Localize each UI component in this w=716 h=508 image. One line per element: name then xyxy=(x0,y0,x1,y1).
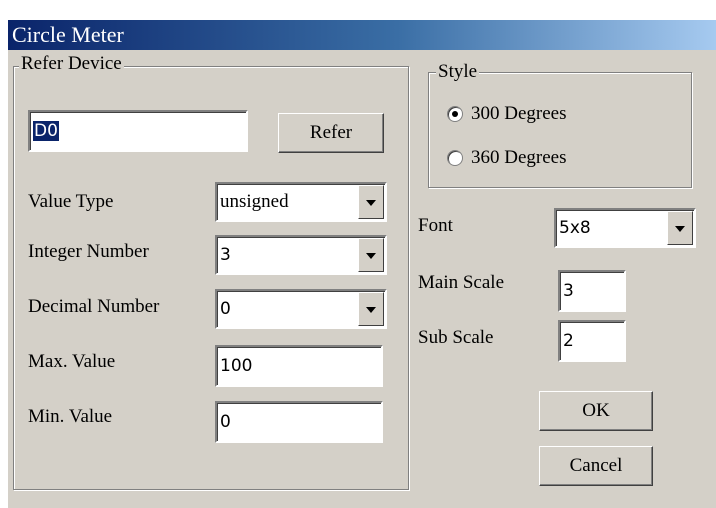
refer-button[interactable]: Refer xyxy=(278,113,384,153)
font-value: 5x8 xyxy=(559,218,591,238)
sub-scale-input[interactable]: 2 xyxy=(558,320,626,362)
radio-300-degrees[interactable] xyxy=(447,106,463,122)
min-value-label: Min. Value xyxy=(28,406,113,427)
circle-meter-dialog: Circle Meter Refer Device D0 Refer Value… xyxy=(8,20,716,508)
integer-number-value: 3 xyxy=(220,245,231,265)
value-type-label: Value Type xyxy=(28,191,114,212)
main-scale-input[interactable]: 3 xyxy=(558,270,626,312)
radio-360-degrees[interactable] xyxy=(447,150,463,166)
chevron-down-icon[interactable] xyxy=(358,292,384,326)
min-value-input[interactable]: 0 xyxy=(215,401,383,443)
ok-button[interactable]: OK xyxy=(539,391,653,431)
font-select[interactable]: 5x8 xyxy=(554,208,696,248)
cancel-button[interactable]: Cancel xyxy=(539,446,653,486)
value-type-select[interactable]: unsigned xyxy=(215,182,387,222)
max-value-input[interactable]: 100 xyxy=(215,345,383,387)
sub-scale-label: Sub Scale xyxy=(418,327,494,348)
window-title: Circle Meter xyxy=(12,22,124,47)
device-input-value: D0 xyxy=(33,121,59,141)
decimal-number-select[interactable]: 0 xyxy=(215,289,387,329)
font-label: Font xyxy=(418,215,453,236)
integer-number-select[interactable]: 3 xyxy=(215,235,387,275)
chevron-down-icon[interactable] xyxy=(358,238,384,272)
max-value-label: Max. Value xyxy=(28,351,116,372)
main-scale-label: Main Scale xyxy=(418,272,505,293)
device-input[interactable]: D0 xyxy=(28,110,248,152)
chevron-down-icon[interactable] xyxy=(358,185,384,219)
decimal-number-label: Decimal Number xyxy=(28,296,160,317)
max-value-text: 100 xyxy=(220,356,253,376)
radio-360-degrees-label[interactable]: 360 Degrees xyxy=(471,147,567,169)
chevron-down-icon[interactable] xyxy=(667,211,693,245)
main-scale-value: 3 xyxy=(563,281,574,301)
sub-scale-value: 2 xyxy=(563,331,574,351)
decimal-number-value: 0 xyxy=(220,299,231,319)
min-value-text: 0 xyxy=(220,412,231,432)
refer-device-legend: Refer Device xyxy=(19,53,124,74)
integer-number-label: Integer Number xyxy=(28,241,149,262)
title-bar[interactable]: Circle Meter xyxy=(8,20,716,50)
style-legend: Style xyxy=(436,61,480,82)
style-group xyxy=(428,72,692,188)
value-type-value: unsigned xyxy=(220,191,289,212)
radio-300-degrees-label[interactable]: 300 Degrees xyxy=(471,103,567,125)
